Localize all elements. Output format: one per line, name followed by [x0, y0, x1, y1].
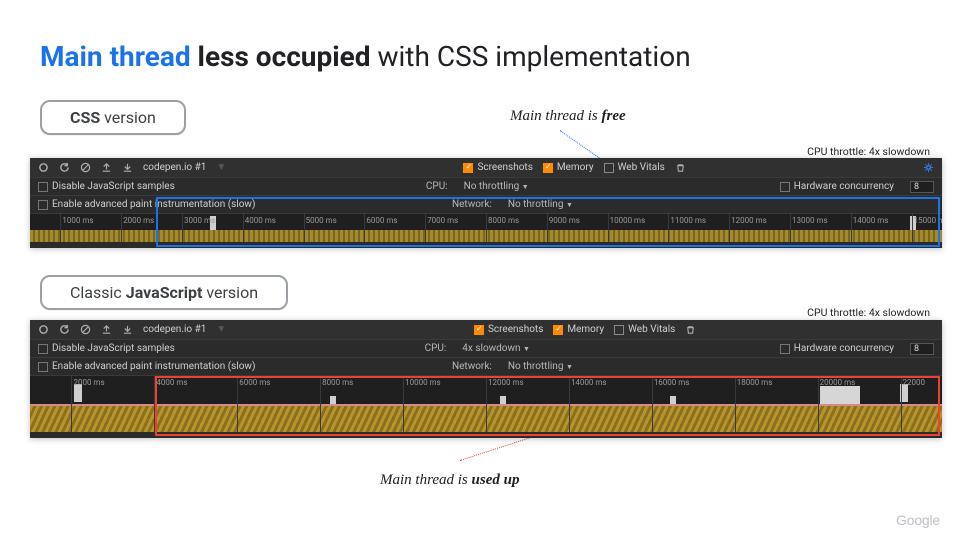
webvitals-checkbox[interactable]: Web Vitals — [614, 324, 675, 335]
devtools-panel-css: codepen.io #1 ▼ Screenshots Memory Web V… — [30, 158, 942, 248]
upload-icon[interactable] — [101, 162, 112, 173]
devtools-settings-row-2: Enable advanced paint instrumentation (s… — [30, 358, 942, 376]
timeline-tick: 13000 ms — [792, 216, 828, 225]
hw-concurrency-checkbox[interactable]: Hardware concurrency — [780, 181, 894, 192]
devtools-settings-row-1: Disable JavaScript samples CPU: 4x slowd… — [30, 340, 942, 358]
disable-js-checkbox[interactable]: Disable JavaScript samples — [38, 181, 175, 192]
timeline-tick: 12000 ms — [731, 216, 767, 225]
cpu-throttle-select[interactable]: No throttling ▼ — [464, 181, 529, 192]
gear-icon[interactable] — [923, 162, 934, 173]
title-emphasis: Main thread — [40, 40, 191, 73]
timeline-tick: 11000 ms — [670, 216, 706, 225]
enable-paint-checkbox[interactable]: Enable advanced paint instrumentation (s… — [38, 199, 255, 210]
timeline-tick: 20000 ms — [820, 378, 856, 387]
timeline-tick: 3000 ms — [184, 216, 215, 225]
timeline-tick: 1000 ms — [62, 216, 93, 225]
record-icon[interactable] — [38, 162, 49, 173]
memory-checkbox[interactable]: Memory — [553, 324, 604, 335]
timeline-tick: 8000 ms — [488, 216, 519, 225]
devtools-settings-row-2: Enable advanced paint instrumentation (s… — [30, 196, 942, 214]
annotation-free: Main thread is free — [510, 108, 626, 125]
timeline-tick: 6000 ms — [239, 378, 270, 387]
timeline-tick: 8000 ms — [322, 378, 353, 387]
timeline-tick: 14000 ms — [853, 216, 889, 225]
hw-concurrency-checkbox[interactable]: Hardware concurrency — [780, 343, 894, 354]
timeline-tick: 7000 ms — [427, 216, 458, 225]
timeline-tick: 14000 ms — [571, 378, 607, 387]
hw-concurrency-input[interactable]: 8 — [910, 181, 934, 193]
timeline-tick: 5000 ms — [306, 216, 337, 225]
label-js-version: Classic JavaScript version — [40, 275, 288, 310]
network-throttle-select[interactable]: No throttling ▼ — [508, 199, 573, 210]
timeline-tick: 2000 ms — [123, 216, 154, 225]
memory-checkbox[interactable]: Memory — [543, 162, 594, 173]
clear-icon[interactable] — [80, 324, 91, 335]
clear-icon[interactable] — [80, 162, 91, 173]
reload-icon[interactable] — [59, 162, 70, 173]
timeline-tick: 9000 ms — [549, 216, 580, 225]
devtools-panel-js: codepen.io #1 ▼ Screenshots Memory Web V… — [30, 320, 942, 438]
timeline-tick: 6000 ms — [366, 216, 397, 225]
hw-concurrency-input[interactable]: 8 — [910, 343, 934, 355]
enable-paint-checkbox[interactable]: Enable advanced paint instrumentation (s… — [38, 361, 255, 372]
title-bold: less occupied — [191, 40, 371, 73]
devtools-toolbar: codepen.io #1 ▼ Screenshots Memory Web V… — [30, 158, 942, 178]
google-logo: Google — [896, 512, 940, 528]
screenshots-checkbox[interactable]: Screenshots — [474, 324, 543, 335]
devtools-settings-row-1: Disable JavaScript samples CPU: No throt… — [30, 178, 942, 196]
title-rest: with CSS implementation — [371, 40, 691, 73]
record-icon[interactable] — [38, 324, 49, 335]
timeline-tick: 22000 — [903, 378, 925, 387]
timeline-tick: 18000 ms — [737, 378, 773, 387]
timeline-tick: 4000 ms — [156, 378, 187, 387]
upload-icon[interactable] — [101, 324, 112, 335]
slide-title: Main thread less occupied with CSS imple… — [40, 40, 691, 73]
download-icon[interactable] — [122, 324, 133, 335]
timeline-tick: 4000 ms — [245, 216, 276, 225]
reload-icon[interactable] — [59, 324, 70, 335]
cpu-throttle-note-2: CPU throttle: 4x slowdown — [807, 306, 930, 319]
timeline-tick: 12000 ms — [488, 378, 524, 387]
devtools-tab[interactable]: codepen.io #1 — [143, 324, 206, 335]
download-icon[interactable] — [122, 162, 133, 173]
cpu-throttle-note-1: CPU throttle: 4x slowdown — [807, 145, 930, 158]
timeline-js[interactable]: 2000 ms 4000 ms 6000 ms 8000 ms 10000 ms 1200… — [30, 376, 942, 432]
timeline-tick: 10000 ms — [405, 378, 441, 387]
screenshots-checkbox[interactable]: Screenshots — [463, 162, 532, 173]
timeline-tick: 10000 ms — [610, 216, 646, 225]
timeline-tick: 2000 ms — [73, 378, 104, 387]
timeline-tick: 16000 ms — [654, 378, 690, 387]
devtools-toolbar: codepen.io #1 ▼ Screenshots Memory Web V… — [30, 320, 942, 340]
network-throttle-select[interactable]: No throttling ▼ — [508, 361, 573, 372]
webvitals-checkbox[interactable]: Web Vitals — [604, 162, 665, 173]
cpu-throttle-select[interactable]: 4x slowdown ▼ — [462, 343, 530, 354]
trash-icon[interactable] — [685, 324, 696, 335]
timeline-tick: 15000 ms — [914, 216, 942, 225]
trash-icon[interactable] — [675, 162, 686, 173]
timeline-css[interactable]: 1000 ms 2000 ms 3000 ms 4000 ms 5000 ms 6000 … — [30, 214, 942, 242]
label-css-version: CSS version — [40, 100, 186, 135]
disable-js-checkbox[interactable]: Disable JavaScript samples — [38, 343, 175, 354]
devtools-tab[interactable]: codepen.io #1 — [143, 162, 206, 173]
annotation-used: Main thread is used up — [380, 472, 519, 489]
